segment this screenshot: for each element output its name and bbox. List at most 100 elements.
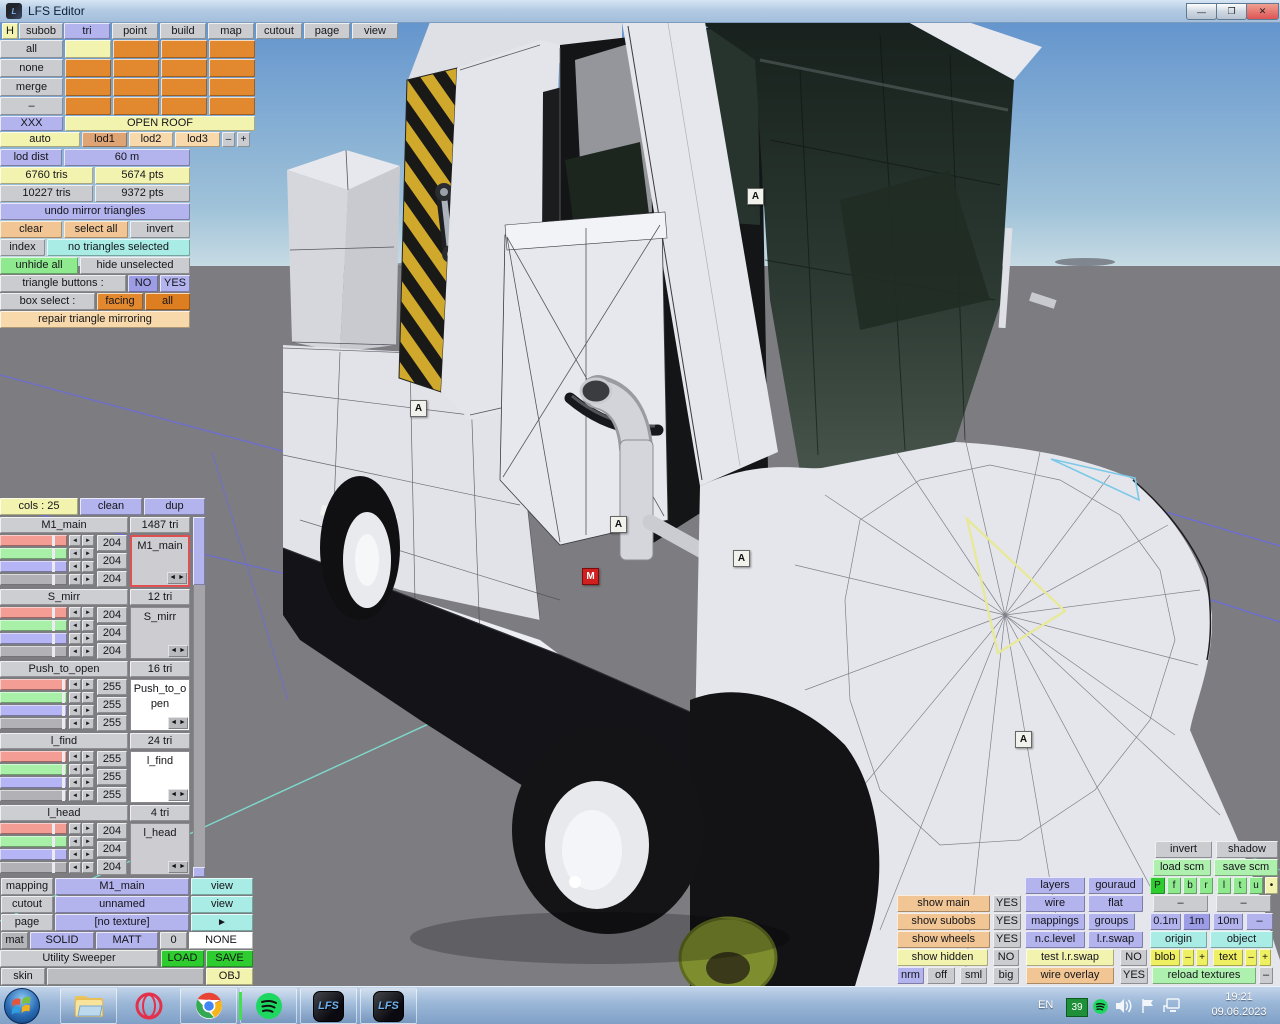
slider-left-icon[interactable]: ◄ [69,607,81,618]
scm-dot-button[interactable]: • [1265,877,1278,894]
tab-build[interactable]: build [160,23,206,39]
subob-cell[interactable] [65,78,111,96]
layers-button[interactable]: layers [1025,877,1085,894]
box-select-all[interactable]: all [145,293,190,310]
grid-1m-button[interactable]: 1m [1183,913,1210,930]
slider-right-icon[interactable]: ► [82,646,94,657]
slider-right-icon[interactable]: ► [82,823,94,834]
mat-solid-button[interactable]: SOLID [30,932,94,949]
start-button[interactable] [4,988,40,1024]
slider-right-icon[interactable]: ► [82,751,94,762]
red-value[interactable]: 204 [97,607,127,623]
tab-page[interactable]: page [304,23,350,39]
undo-mirror-button[interactable]: undo mirror triangles [0,203,190,220]
slider-left-icon[interactable]: ◄ [69,633,81,644]
material-swatch[interactable]: l_head ◄ ► [130,823,190,875]
tab-cutout[interactable]: cutout [256,23,302,39]
mapping-view-button[interactable]: view [191,878,253,895]
slider-left-icon[interactable]: ◄ [69,718,81,729]
subob-cell[interactable] [209,40,255,58]
red-value[interactable]: 255 [97,679,127,695]
material-swatch[interactable]: l_find ◄ ► [130,751,190,803]
red-slider[interactable] [0,679,67,690]
lod-minus-button[interactable]: – [222,132,235,147]
red-slider[interactable] [0,607,67,618]
text-button[interactable]: text [1213,949,1243,966]
show-subobs-toggle[interactable]: YES [993,913,1021,930]
test-lrswap-button[interactable]: test l.r.swap [1026,949,1114,966]
material-name[interactable]: Push_to_open [0,661,128,677]
object-button[interactable]: object [1210,931,1273,948]
swatch-arrows-icon[interactable]: ◄ ► [167,572,187,584]
blue-slider[interactable] [0,561,67,572]
subob-cell[interactable] [65,40,111,58]
material-swatch[interactable]: M1_main ◄ ► [130,535,190,587]
green-slider[interactable] [0,548,67,559]
cutout-view-button[interactable]: view [191,896,253,913]
origin-button[interactable]: origin [1150,931,1207,948]
cols-count[interactable]: cols : 25 [0,498,78,515]
subob-dash-button[interactable]: – [0,97,63,115]
blue-value[interactable]: 204 [97,571,127,587]
slider-right-icon[interactable]: ► [82,561,94,572]
red-value[interactable]: 204 [97,823,127,839]
close-button[interactable]: ✕ [1246,3,1279,20]
save-scm-button[interactable]: save scm [1214,859,1278,876]
subob-cell[interactable] [65,59,111,77]
green-slider[interactable] [0,692,67,703]
slider-left-icon[interactable]: ◄ [69,548,81,559]
green-value[interactable]: 255 [97,697,127,713]
dup-button[interactable]: dup [144,498,205,515]
slider-left-icon[interactable]: ◄ [69,620,81,631]
clear-button[interactable]: clear [0,221,62,238]
show-wheels-toggle[interactable]: YES [993,931,1021,948]
subob-cell[interactable] [161,97,207,115]
slider-left-icon[interactable]: ◄ [69,535,81,546]
swatch-arrows-icon[interactable]: ◄ ► [168,789,188,801]
blue-slider[interactable] [0,777,67,788]
green-slider[interactable] [0,620,67,631]
page-value[interactable]: [no texture] [55,914,189,931]
slider-right-icon[interactable]: ► [82,633,94,644]
blue-value[interactable]: 255 [97,715,127,731]
box-select-facing[interactable]: facing [97,293,143,310]
slider-right-icon[interactable]: ► [82,620,94,631]
green-value[interactable]: 204 [97,553,127,569]
materials-scrollbar[interactable] [193,517,205,877]
triangle-buttons-yes[interactable]: YES [160,275,190,292]
scm-p-button[interactable]: P [1150,877,1165,894]
blue-slider[interactable] [0,705,67,716]
cutout-value[interactable]: unnamed [55,896,189,913]
alpha-slider[interactable] [0,862,67,873]
scm-u-button[interactable]: u [1249,877,1263,894]
slider-left-icon[interactable]: ◄ [69,790,81,801]
slider-left-icon[interactable]: ◄ [69,836,81,847]
green-value[interactable]: 204 [97,841,127,857]
page-next-icon[interactable]: ► [191,914,253,931]
slider-right-icon[interactable]: ► [82,679,94,690]
slider-right-icon[interactable]: ► [82,862,94,873]
scm-t-button[interactable]: t [1233,877,1247,894]
subob-cell[interactable] [209,78,255,96]
taskbar-lfs-2[interactable]: LFS [360,988,417,1024]
restore-button[interactable]: ❐ [1216,3,1247,20]
slider-right-icon[interactable]: ► [82,535,94,546]
blob-button[interactable]: blob [1150,949,1180,966]
reload-textures-button[interactable]: reload textures [1152,967,1256,984]
slider-right-icon[interactable]: ► [82,705,94,716]
slider-left-icon[interactable]: ◄ [69,679,81,690]
lrswap-button[interactable]: l.r.swap [1088,931,1143,948]
hide-unselected-button[interactable]: hide unselected [80,257,190,274]
triangle-marker[interactable]: A [733,550,750,567]
slider-left-icon[interactable]: ◄ [69,692,81,703]
subob-cell[interactable] [113,78,159,96]
reload-dash-button[interactable]: – [1259,967,1273,984]
alpha-slider[interactable] [0,718,67,729]
subob-cell[interactable] [113,40,159,58]
subob-open-roof-button[interactable]: OPEN ROOF [65,116,255,131]
nrm-sml-button[interactable]: sml [960,967,987,984]
green-value[interactable]: 204 [97,625,127,641]
volume-icon[interactable] [1115,998,1133,1014]
slider-left-icon[interactable]: ◄ [69,777,81,788]
swatch-arrows-icon[interactable]: ◄ ► [168,717,188,729]
